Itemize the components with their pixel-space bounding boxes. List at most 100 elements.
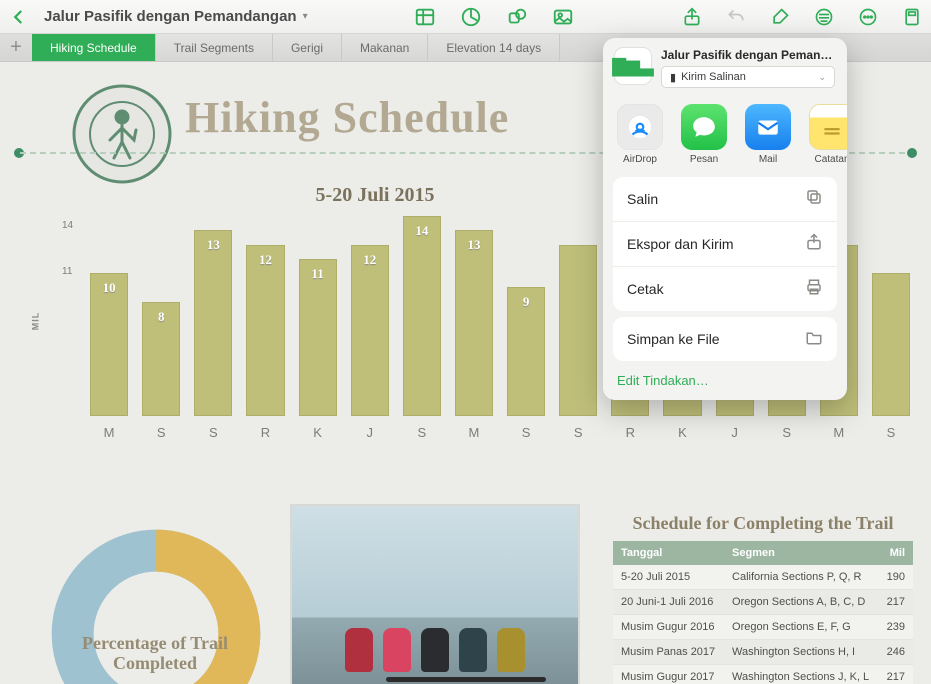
- format-brush-icon[interactable]: [769, 6, 791, 28]
- home-indicator[interactable]: [386, 677, 546, 682]
- x-category-label: J: [716, 425, 754, 440]
- folder-icon: [805, 328, 823, 350]
- chart-icon[interactable]: [460, 6, 482, 28]
- share-app-pesan[interactable]: Pesan: [679, 104, 729, 165]
- x-category-label: M: [90, 425, 128, 440]
- table-cell: 5-20 Juli 2015: [613, 565, 724, 590]
- document-mode-icon[interactable]: [901, 6, 923, 28]
- table-header-cell: Mil: [878, 541, 913, 565]
- document-title: Jalur Pasifik dengan Pemandangan: [44, 8, 297, 25]
- share-app-label: Pesan: [679, 154, 729, 165]
- table-row[interactable]: Musim Gugur 2016Oregon Sections E, F, G2…: [613, 615, 913, 640]
- table-cell: Musim Panas 2017: [613, 640, 724, 665]
- mail-icon: [745, 104, 791, 150]
- y-tick: 14: [62, 220, 73, 231]
- page-title: Hiking Schedule: [185, 92, 509, 143]
- sheet-tab[interactable]: Gerigi: [273, 34, 342, 61]
- export-icon: [805, 233, 823, 255]
- organize-icon[interactable]: [813, 6, 835, 28]
- schedule-table[interactable]: TanggalSegmenMil 5-20 Juli 2015Californi…: [613, 541, 913, 684]
- sheet-tab[interactable]: Trail Segments: [156, 34, 273, 61]
- bar[interactable]: 12R: [246, 245, 284, 416]
- app-toolbar: Jalur Pasifik dengan Pemandangan ▾: [0, 0, 931, 34]
- table-row[interactable]: 5-20 Juli 2015California Sections P, Q, …: [613, 565, 913, 590]
- table-cell: Washington Sections H, I: [724, 640, 878, 665]
- share-action-label: Salin: [627, 191, 658, 207]
- bar[interactable]: 10M: [90, 273, 128, 416]
- share-action-item[interactable]: Simpan ke File: [613, 317, 837, 361]
- table-cell: Musim Gugur 2016: [613, 615, 724, 640]
- share-action-item[interactable]: Ekspor dan Kirim: [613, 222, 837, 267]
- bar-value-label: 13: [195, 237, 231, 253]
- share-app-mail[interactable]: Mail: [743, 104, 793, 165]
- table-row[interactable]: Musim Panas 2017Washington Sections H, I…: [613, 640, 913, 665]
- share-app-catatan[interactable]: Catatan: [807, 104, 847, 165]
- airdrop-icon: [617, 104, 663, 150]
- sheet-tab[interactable]: Makanan: [342, 34, 428, 61]
- app-icon: ▇▆▃: [615, 48, 651, 84]
- bar-value-label: 9: [508, 294, 544, 310]
- table-cell: 20 Juni-1 Juli 2016: [613, 590, 724, 615]
- bar[interactable]: 9S: [507, 287, 545, 416]
- table-row[interactable]: 20 Juni-1 Juli 2016Oregon Sections A, B,…: [613, 590, 913, 615]
- bar[interactable]: 8S: [142, 302, 180, 416]
- donut-caption: Percentage of Trail Completed: [60, 633, 250, 674]
- x-category-label: M: [820, 425, 858, 440]
- share-action-label: Cetak: [627, 281, 664, 297]
- share-action-item[interactable]: Salin: [613, 177, 837, 222]
- add-sheet-button[interactable]: +: [0, 34, 32, 61]
- catatan-icon: [809, 104, 847, 150]
- share-app-airdrop[interactable]: AirDrop: [615, 104, 665, 165]
- table-header-cell: Tanggal: [613, 541, 724, 565]
- table-header-cell: Segmen: [724, 541, 878, 565]
- pesan-icon: [681, 104, 727, 150]
- bar[interactable]: S: [872, 273, 910, 416]
- more-icon[interactable]: [857, 6, 879, 28]
- undo-icon[interactable]: [725, 6, 747, 28]
- print-icon: [805, 278, 823, 300]
- bar-value-label: 10: [91, 280, 127, 296]
- rule-dot-icon: [907, 148, 917, 158]
- table-row[interactable]: Musim Gugur 2017Washington Sections J, K…: [613, 665, 913, 684]
- shape-icon[interactable]: [506, 6, 528, 28]
- x-category-label: R: [246, 425, 284, 440]
- table-cell: 217: [878, 590, 913, 615]
- sheet-tab[interactable]: Elevation 14 days: [428, 34, 560, 61]
- x-category-label: J: [351, 425, 389, 440]
- bar[interactable]: 13S: [194, 230, 232, 416]
- back-icon[interactable]: [8, 6, 30, 28]
- bar[interactable]: 14S: [403, 216, 441, 416]
- x-category-label: S: [768, 425, 806, 440]
- bar-value-label: 8: [143, 309, 179, 325]
- share-popover: ▇▆▃ Jalur Pasifik dengan Pemandangan… ▮ …: [603, 38, 847, 400]
- share-app-label: Mail: [743, 154, 793, 165]
- edit-actions-link[interactable]: Edit Tindakan…: [603, 367, 847, 400]
- x-category-label: K: [299, 425, 337, 440]
- schedule-table-wrap: Schedule for Completing the Trail Tangga…: [613, 513, 913, 684]
- bar[interactable]: 12J: [351, 245, 389, 416]
- share-action-item[interactable]: Cetak: [613, 267, 837, 311]
- share-action-label: Simpan ke File: [627, 331, 720, 347]
- share-icon[interactable]: [681, 6, 703, 28]
- x-category-label: S: [507, 425, 545, 440]
- document-icon: ▮: [670, 71, 676, 84]
- trail-photo[interactable]: [290, 504, 580, 684]
- table-cell: 246: [878, 640, 913, 665]
- bar[interactable]: 13M: [455, 230, 493, 416]
- media-icon[interactable]: [552, 6, 574, 28]
- share-doc-title: Jalur Pasifik dengan Pemandangan…: [661, 48, 835, 62]
- sheet-tab[interactable]: Hiking Schedule: [32, 34, 156, 61]
- document-title-button[interactable]: Jalur Pasifik dengan Pemandangan ▾: [44, 8, 308, 25]
- x-category-label: S: [559, 425, 597, 440]
- bar-value-label: 14: [404, 223, 440, 239]
- bar[interactable]: 11K: [299, 259, 337, 416]
- send-copy-label: Kirim Salinan: [681, 71, 746, 83]
- bar-value-label: 12: [352, 252, 388, 268]
- share-app-label: AirDrop: [615, 154, 665, 165]
- bar[interactable]: S: [559, 245, 597, 416]
- share-app-label: Catatan: [807, 154, 847, 165]
- x-category-label: K: [663, 425, 701, 440]
- send-copy-dropdown[interactable]: ▮ Kirim Salinan ⌄: [661, 66, 835, 88]
- table-icon[interactable]: [414, 6, 436, 28]
- bar-value-label: 12: [247, 252, 283, 268]
